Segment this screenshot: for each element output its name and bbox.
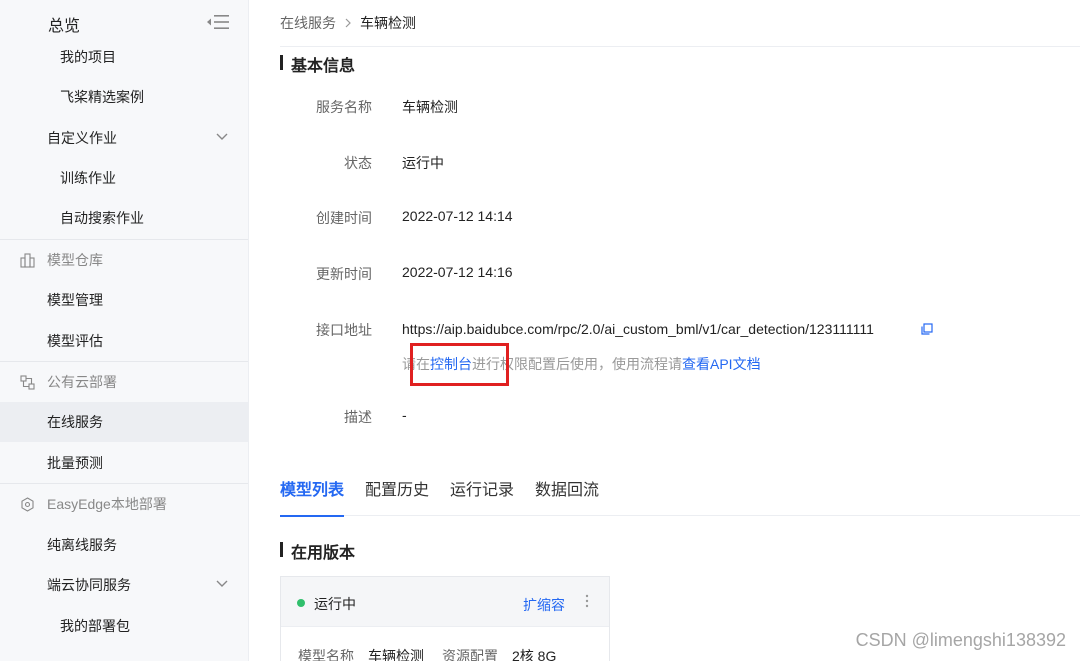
api-doc-link[interactable]: 查看API文档 (682, 356, 761, 372)
sidebar-item-label: 自定义作业 (47, 130, 117, 146)
created-time-value: 2022-07-12 14:14 (402, 208, 513, 224)
version-card-body: 模型名称 车辆检测 资源配置 2核 8G (298, 646, 574, 661)
sidebar-item-custom-jobs[interactable]: 自定义作业 (0, 118, 248, 158)
active-version-title: 在用版本 (280, 539, 355, 563)
sidebar-overview[interactable]: 总览 (48, 12, 80, 36)
sidebar-item-model-management[interactable]: 模型管理 (0, 280, 248, 320)
status-value: 运行中 (402, 155, 444, 171)
sidebar-group-easyedge: EasyEdge本地部署 (0, 484, 248, 524)
sidebar-item-batch-prediction[interactable]: 批量预测 (0, 443, 248, 483)
sidebar-item-label: 自动搜索作业 (60, 210, 144, 226)
sidebar-item-label: 纯离线服务 (47, 537, 117, 553)
sidebar-group-model-repo: 模型仓库 (0, 240, 248, 280)
api-url-label: 接口地址 (316, 322, 372, 338)
description-value: - (402, 407, 407, 423)
sidebar-group-label: 模型仓库 (47, 252, 103, 268)
sidebar-item-label: 我的部署包 (60, 618, 130, 634)
sidebar-item-auto-search-jobs[interactable]: 自动搜索作业 (0, 198, 248, 238)
hexagon-icon (21, 497, 34, 512)
sidebar-item-offline-service[interactable]: 纯离线服务 (0, 525, 248, 565)
sidebar-item-online-service[interactable]: 在线服务 (0, 402, 248, 442)
breadcrumb-parent[interactable]: 在线服务 (280, 13, 336, 33)
tab-model-list[interactable]: 模型列表 (280, 478, 345, 517)
sidebar-group-label: 公有云部署 (47, 374, 117, 390)
version-card-header: 运行中 扩缩容 (281, 577, 609, 627)
model-name-value: 车辆检测 (368, 648, 424, 661)
updated-time-label: 更新时间 (316, 266, 372, 282)
sidebar-group-public-cloud: 公有云部署 (0, 362, 248, 402)
breadcrumb-current: 车辆检测 (360, 15, 416, 31)
chevron-right-icon (345, 18, 351, 28)
sidebar-item-label: 我的项目 (60, 49, 116, 65)
resource-label: 资源配置 (442, 648, 498, 661)
sidebar-item-model-evaluation[interactable]: 模型评估 (0, 321, 248, 361)
chevron-down-icon (216, 580, 228, 587)
running-status-dot (297, 599, 305, 607)
tab-run-records[interactable]: 运行记录 (450, 478, 514, 516)
collapse-menu-icon[interactable] (206, 13, 230, 31)
more-vertical-icon[interactable] (585, 593, 589, 609)
created-time-label: 创建时间 (316, 210, 372, 226)
updated-time-value: 2022-07-12 14:16 (402, 264, 513, 280)
copy-icon[interactable] (921, 323, 933, 335)
sidebar-item-label: 模型管理 (47, 292, 103, 308)
breadcrumb: 在线服务 车辆检测 (280, 13, 416, 33)
description-label: 描述 (344, 409, 372, 425)
service-name-label: 服务名称 (316, 99, 372, 115)
sidebar-item-label: 端云协同服务 (47, 577, 131, 593)
header-divider (280, 46, 1080, 47)
sidebar-item-label: 飞桨精选案例 (60, 89, 144, 105)
service-name-value: 车辆检测 (402, 99, 458, 115)
sidebar-item-label: 模型评估 (47, 333, 103, 349)
sidebar-item-edge-cloud-service[interactable]: 端云协同服务 (0, 565, 248, 605)
sidebar-item-label: 训练作业 (60, 170, 116, 186)
sidebar-item-my-packages[interactable]: 我的部署包 (0, 606, 248, 646)
sidebar-item-paddle-cases[interactable]: 飞桨精选案例 (0, 77, 248, 117)
chevron-down-icon (216, 133, 228, 140)
version-card: 运行中 扩缩容 模型名称 车辆检测 资源配置 2核 8G (280, 576, 610, 661)
sidebar-group-label: EasyEdge本地部署 (47, 496, 167, 512)
highlight-box (410, 343, 509, 386)
api-url-value: https://aip.baidubce.com/rpc/2.0/ai_cust… (402, 321, 874, 337)
sidebar-item-training-jobs[interactable]: 训练作业 (0, 158, 248, 198)
tab-config-history[interactable]: 配置历史 (365, 478, 429, 516)
main-content: 在线服务 车辆检测 基本信息 服务名称 车辆检测 状态 运行中 创建时间 202… (250, 0, 1080, 661)
model-name-label: 模型名称 (298, 648, 354, 661)
scale-link[interactable]: 扩缩容 (523, 595, 565, 615)
sidebar-item-label: 在线服务 (47, 414, 103, 430)
sidebar-item-label: 批量预测 (47, 455, 103, 471)
version-status: 运行中 (314, 596, 356, 612)
tab-data-reflow[interactable]: 数据回流 (535, 478, 599, 516)
sidebar: 总览 我的项目 飞桨精选案例 自定义作业 训练作业 自动搜索作业 模型仓库 模型… (0, 0, 249, 661)
detail-tabs: 模型列表 配置历史 运行记录 数据回流 (280, 478, 1080, 517)
basic-info-title: 基本信息 (280, 52, 355, 76)
watermark: CSDN @limengshi138392 (855, 630, 1066, 650)
status-label: 状态 (344, 155, 372, 171)
resource-value: 2核 8G (512, 648, 557, 661)
building-icon (20, 253, 35, 268)
sidebar-item-my-projects[interactable]: 我的项目 (0, 37, 248, 77)
deploy-icon (20, 375, 35, 390)
